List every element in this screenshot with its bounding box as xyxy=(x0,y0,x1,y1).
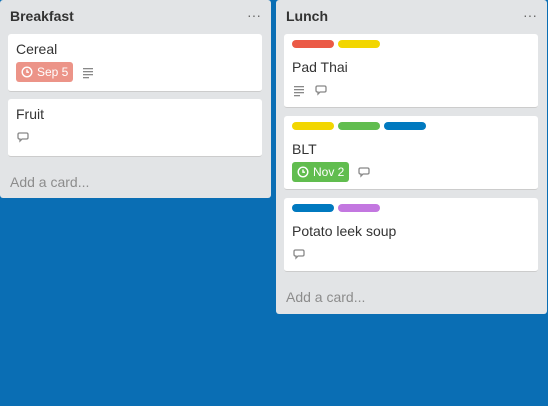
card-title: BLT xyxy=(292,141,317,157)
comment-icon xyxy=(358,167,371,178)
list-breakfast: Breakfast ··· Cereal Sep 5 Fruit Add a c… xyxy=(0,0,271,198)
label-yellow xyxy=(338,40,380,48)
card-badges xyxy=(292,80,530,100)
due-date-badge: Nov 2 xyxy=(292,162,350,182)
description-icon xyxy=(83,68,94,79)
comment-icon xyxy=(315,85,327,96)
card-fruit[interactable]: Fruit xyxy=(8,99,262,157)
card-labels xyxy=(292,204,530,212)
card-badges: Nov 2 xyxy=(292,162,530,182)
due-date-badge: Sep 5 xyxy=(16,62,74,82)
add-card-button[interactable]: Add a card... xyxy=(286,289,365,305)
clock-icon xyxy=(297,166,309,178)
label-blue xyxy=(292,204,334,212)
card-labels xyxy=(292,40,530,48)
label-purple xyxy=(338,204,380,212)
label-blue xyxy=(384,122,426,130)
due-date-text: Sep 5 xyxy=(37,65,69,79)
card-title: Potato leek soup xyxy=(292,223,397,239)
list-menu-icon[interactable]: ··· xyxy=(523,8,537,22)
label-green xyxy=(338,122,380,130)
card-cereal[interactable]: Cereal Sep 5 xyxy=(8,34,262,92)
label-red xyxy=(292,40,334,48)
list-lunch: Lunch ··· Pad Thai BLT Nov 2 Potato leek… xyxy=(276,0,547,314)
card-potato-leek-soup[interactable]: Potato leek soup xyxy=(284,198,538,272)
comment-icon xyxy=(293,249,305,260)
card-title: Pad Thai xyxy=(292,59,348,75)
card-badges xyxy=(292,244,530,264)
add-card-button[interactable]: Add a card... xyxy=(10,174,89,190)
card-title: Cereal xyxy=(16,41,58,57)
list-header: Lunch ··· xyxy=(276,0,547,34)
due-date-text: Nov 2 xyxy=(313,165,345,179)
list-title[interactable]: Lunch xyxy=(286,8,537,24)
card-badges: Sep 5 xyxy=(16,62,254,82)
comment-icon xyxy=(17,132,29,143)
label-yellow xyxy=(292,122,334,130)
card-pad-thai[interactable]: Pad Thai xyxy=(284,34,538,108)
list-title[interactable]: Breakfast xyxy=(10,8,261,24)
clock-icon xyxy=(21,66,33,78)
card-badges xyxy=(16,127,254,147)
list-header: Breakfast ··· xyxy=(0,0,271,34)
card-labels xyxy=(292,122,530,130)
list-menu-icon[interactable]: ··· xyxy=(247,8,261,22)
description-icon xyxy=(294,86,304,97)
card-title: Fruit xyxy=(16,106,44,122)
card-blt[interactable]: BLT Nov 2 xyxy=(284,116,538,190)
